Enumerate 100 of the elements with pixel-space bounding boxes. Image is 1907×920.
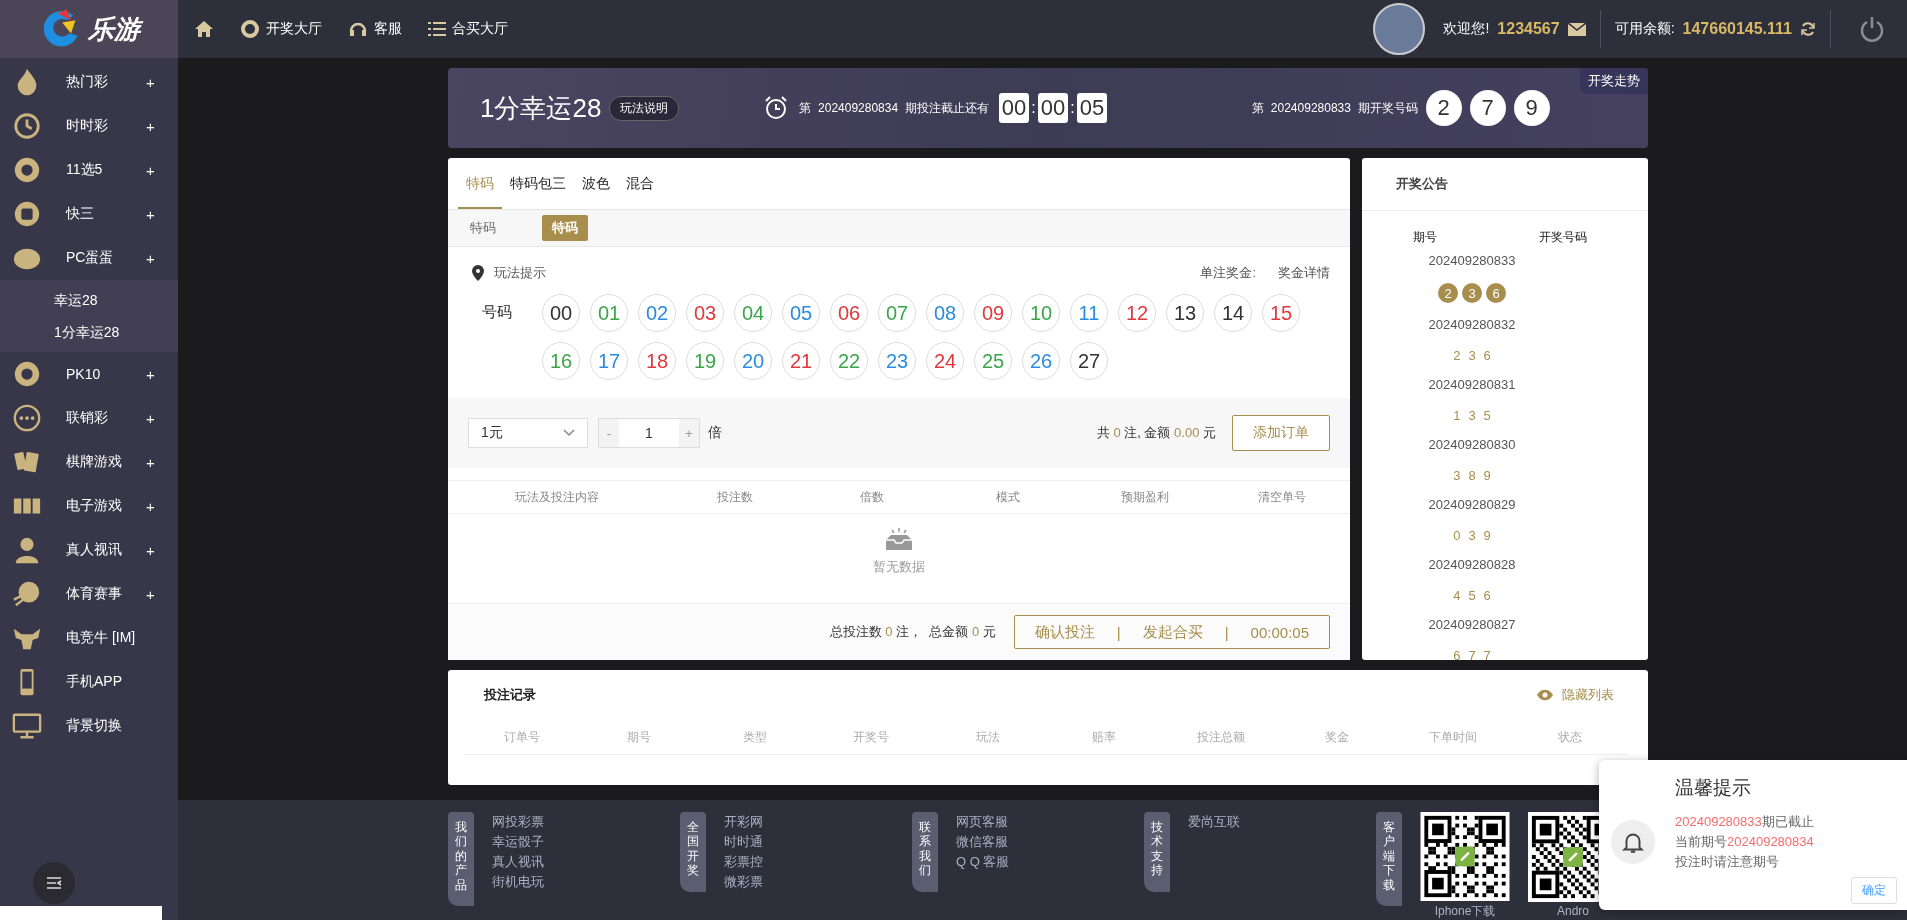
number-ball[interactable]: 26 xyxy=(1022,342,1060,380)
countdown: 00:00:05 xyxy=(1250,623,1309,641)
number-ball[interactable]: 18 xyxy=(638,342,676,380)
footer-link[interactable]: 网页客服 xyxy=(956,812,1010,832)
footer-section-label: 联系我们 xyxy=(912,812,938,892)
column-header: 赔率 xyxy=(1091,728,1118,746)
sidebar-item[interactable]: 背景切换 xyxy=(0,704,178,748)
avatar[interactable] xyxy=(1373,3,1426,55)
download-link[interactable]: Andro xyxy=(1557,904,1589,918)
panel-title: 投注记录 xyxy=(484,686,536,704)
prize-details-link[interactable]: 奖金详情 xyxy=(1278,264,1330,282)
hide-list-link[interactable]: 隐藏列表 xyxy=(1536,686,1628,704)
footer-link[interactable]: 网投彩票 xyxy=(492,812,544,832)
number-ball[interactable]: 05 xyxy=(782,294,820,332)
footer-link[interactable]: 开彩网 xyxy=(724,812,763,832)
number-ball[interactable]: 24 xyxy=(926,342,964,380)
collapse-button[interactable] xyxy=(33,862,75,904)
panel-title: 开奖公告 xyxy=(1362,158,1648,211)
column-header: 订单号 xyxy=(503,728,542,746)
add-order-button[interactable]: 添加订单 xyxy=(1232,415,1330,451)
footer-link[interactable]: Q Q 客服 xyxy=(956,852,1010,872)
number-ball[interactable]: 12 xyxy=(1118,294,1156,332)
sidebar-item[interactable]: 时时彩 + xyxy=(0,104,178,148)
column-header: 期号 xyxy=(625,728,652,746)
sidebar-item[interactable]: 电子游戏 + xyxy=(0,484,178,528)
tab[interactable]: 特码包三 xyxy=(502,175,574,209)
number-ball[interactable]: 20 xyxy=(734,342,772,380)
number-ball[interactable]: 14 xyxy=(1214,294,1252,332)
column-header: 预期盈利 xyxy=(1120,488,1170,506)
number-ball[interactable]: 09 xyxy=(974,294,1012,332)
number-ball[interactable]: 23 xyxy=(878,342,916,380)
sidebar-item[interactable]: 热门彩 + xyxy=(0,60,178,104)
nav-link[interactable]: 客服 xyxy=(348,19,402,39)
power-icon[interactable] xyxy=(1859,16,1885,42)
issue-number: 202409280829 xyxy=(1427,496,1517,514)
download-link[interactable]: Iphone下载 xyxy=(1434,903,1496,920)
result-number: 3 xyxy=(1453,467,1461,483)
footer-link[interactable]: 微彩票 xyxy=(724,872,763,892)
sidebar-item[interactable]: 手机APP xyxy=(0,660,178,704)
sidebar-item[interactable]: 电竞牛 [IM] xyxy=(0,616,178,660)
username: 1234567 xyxy=(1497,20,1560,38)
mail-icon[interactable] xyxy=(1567,22,1586,36)
sidebar-item[interactable]: PK10 + xyxy=(0,352,178,396)
draw-ball: 9 xyxy=(1513,90,1550,126)
number-ball[interactable]: 15 xyxy=(1262,294,1300,332)
footer-link[interactable]: 爱尚互联 xyxy=(1188,812,1240,832)
footer-link[interactable]: 时时通 xyxy=(724,832,763,852)
footer-link[interactable]: 幸运骰子 xyxy=(492,832,544,852)
footer-link[interactable]: 真人视讯 xyxy=(492,852,544,872)
sidebar-item[interactable]: 联销彩 + xyxy=(0,396,178,440)
number-ball[interactable]: 06 xyxy=(830,294,868,332)
number-ball[interactable]: 11 xyxy=(1070,294,1108,332)
last-draw-text: 第 202409280833 期开奖号码 xyxy=(1252,99,1418,117)
tab[interactable]: 波色 xyxy=(574,175,618,209)
nav-link[interactable]: 开奖大厅 xyxy=(240,19,322,39)
separator: | xyxy=(1224,623,1229,641)
sidebar-item[interactable]: 棋牌游戏 + xyxy=(0,440,178,484)
number-ball[interactable]: 21 xyxy=(782,342,820,380)
unit-select[interactable]: 1元 xyxy=(468,418,588,448)
footer-link[interactable]: 街机电玩 xyxy=(492,872,544,892)
ball-icon xyxy=(12,359,42,389)
monitor-icon xyxy=(12,711,42,741)
number-ball[interactable]: 13 xyxy=(1166,294,1204,332)
notice-text: 投注时请注意期号 xyxy=(1675,853,1779,871)
sidebar-item[interactable]: 快三 + xyxy=(0,192,178,236)
sidebar-item[interactable]: 真人视讯 + xyxy=(0,528,178,572)
number-ball[interactable]: 27 xyxy=(1070,342,1108,380)
number-ball[interactable]: 03 xyxy=(686,294,724,332)
tab[interactable]: 混合 xyxy=(618,175,662,209)
sidebar-item[interactable]: PC蛋蛋 + xyxy=(0,236,178,280)
empty-tray-icon xyxy=(884,528,914,552)
number-ball[interactable]: 08 xyxy=(926,294,964,332)
submenu-item[interactable]: 1分幸运28 xyxy=(0,316,178,348)
refresh-icon[interactable] xyxy=(1800,21,1816,37)
result-number: 3 xyxy=(1468,527,1476,543)
rules-button[interactable]: 玩法说明 xyxy=(609,95,680,121)
column-header: 类型 xyxy=(742,728,768,746)
result-number: 8 xyxy=(1468,467,1476,483)
number-ball[interactable]: 00 xyxy=(542,294,580,332)
result-number: 4 xyxy=(1453,587,1461,603)
column-header: 奖金 xyxy=(1324,728,1350,746)
trend-tab[interactable]: 开奖走势 xyxy=(1580,68,1648,94)
footer-link[interactable]: 彩票控 xyxy=(724,852,763,872)
notice-title: 温馨提示 xyxy=(1675,776,1751,800)
location-pin-icon xyxy=(472,265,484,281)
ball-icon xyxy=(12,155,42,185)
submenu-item[interactable]: 幸运28 xyxy=(0,284,178,316)
issue-number: 202409280833 xyxy=(1427,252,1517,270)
nav-link[interactable]: 合买大厅 xyxy=(428,20,508,38)
home-icon[interactable] xyxy=(194,20,214,38)
sidebar-item[interactable]: 体育赛事 + xyxy=(0,572,178,616)
multiplier-field[interactable]: 1 xyxy=(619,419,679,447)
number-ball[interactable]: 17 xyxy=(590,342,628,380)
play-hint[interactable]: 玩法提示 xyxy=(494,264,546,282)
column-header: 玩法 xyxy=(974,728,1001,746)
footer-link[interactable]: 微信客服 xyxy=(956,832,1010,852)
sidebar-item[interactable]: 11选5 + xyxy=(0,148,178,192)
number-ball[interactable]: 02 xyxy=(638,294,676,332)
result-number: 9 xyxy=(1483,467,1491,483)
dots-icon xyxy=(12,403,42,433)
